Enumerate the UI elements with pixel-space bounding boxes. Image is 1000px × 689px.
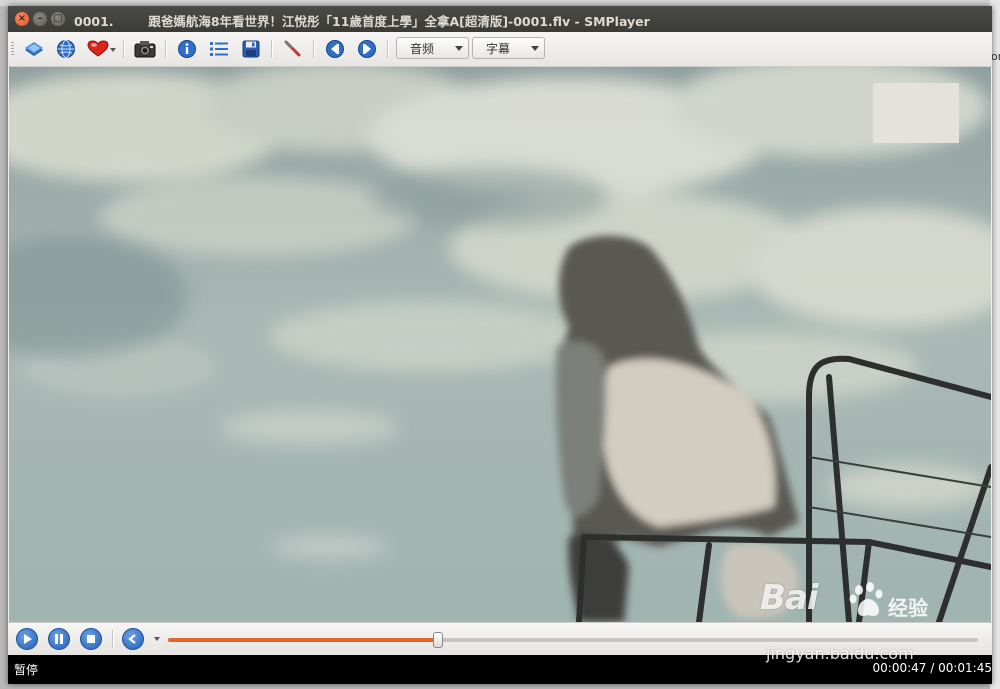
time-display: 00:00:47 / 00:01:45 [872,661,992,675]
pause-button[interactable] [48,628,70,650]
previous-button[interactable] [323,38,347,60]
seek-handle[interactable] [432,632,443,648]
minimize-window-button[interactable]: – [33,12,47,26]
favorites-dropdown-arrow[interactable] [110,48,116,52]
play-button[interactable] [16,628,38,650]
subtitle-track-label: 字幕 [486,41,511,56]
playback-controls [8,622,992,655]
preferences-button[interactable] [281,38,305,60]
audio-track-label: 音频 [410,41,435,56]
close-window-button[interactable]: × [15,12,29,26]
video-display[interactable] [9,67,991,622]
url-globe-icon [57,40,75,58]
title-bar[interactable]: × – □ 0001. 跟爸媽航海8年看世界！江悅彤「11歲首度上學」全拿A[超… [8,6,992,32]
video-frame [9,67,991,622]
stop-icon [87,635,95,643]
open-url-button[interactable] [54,38,78,60]
stop-button[interactable] [80,628,102,650]
screenshot-button[interactable] [133,38,157,60]
open-file-icon [25,42,43,56]
next-button[interactable] [355,38,379,60]
open-file-button[interactable] [22,38,46,60]
chevron-down-icon [455,46,463,51]
maximize-window-button[interactable]: □ [51,12,65,26]
playlist-icon [210,42,228,56]
main-toolbar: 音频 字幕 [8,32,992,67]
controls-separator [112,630,114,648]
chevron-down-icon [531,46,539,51]
audio-track-combo[interactable]: 音频 [396,37,469,59]
save-button[interactable] [239,38,263,60]
info-icon [178,40,196,58]
playlist-button[interactable] [207,38,231,60]
next-icon [358,40,376,58]
save-icon [242,40,260,58]
window-title: 0001. 跟爸媽航海8年看世界！江悅彤「11歲首度上學」全拿A[超清版]-00… [74,14,650,29]
background-window-text: or [991,50,1000,63]
seek-bar[interactable] [168,632,978,648]
subtitle-track-combo[interactable]: 字幕 [472,37,545,59]
status-bar: 暂停 00:00:47 / 00:01:45 [8,655,992,684]
rewind-dropdown-arrow[interactable] [154,637,160,641]
rewind-icon [128,634,136,644]
toolbar-separator [313,40,315,58]
toolbar-separator [387,40,389,58]
toolbar-separator [271,40,273,58]
smplayer-window: × – □ 0001. 跟爸媽航海8年看世界！江悅彤「11歲首度上學」全拿A[超… [8,6,992,684]
favorites-button[interactable] [86,38,110,60]
favorites-heart-icon [87,40,109,57]
seek-progress [168,638,438,642]
playback-state: 暂停 [14,663,39,677]
previous-icon [326,40,344,58]
toolbar-grip[interactable] [11,42,14,56]
info-button[interactable] [175,38,199,60]
toolbar-separator [165,40,167,58]
play-icon [24,634,32,644]
pause-icon [55,634,63,644]
screenshot-camera-icon [134,41,156,58]
preferences-wrench-icon [284,40,301,57]
video-overlay-box [873,83,959,143]
rewind-button[interactable] [122,628,144,650]
toolbar-separator [123,40,125,58]
